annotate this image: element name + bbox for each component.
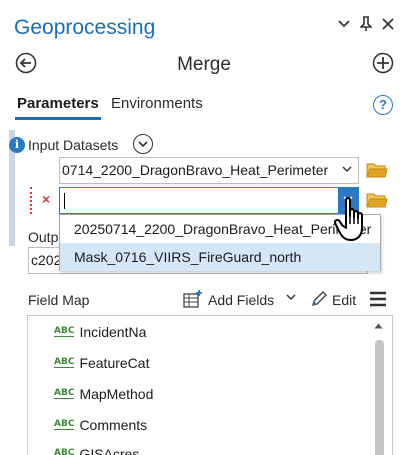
pencil-icon[interactable] (310, 290, 328, 308)
list-item[interactable]: ABC Comments (54, 413, 147, 437)
expand-chevron-icon[interactable] (133, 134, 153, 154)
input-datasets-label: Input Datasets (28, 137, 119, 153)
remove-row-icon[interactable]: × (42, 191, 50, 207)
list-item[interactable]: ABC FeatureCat (54, 351, 149, 375)
active-tab-indicator (15, 117, 101, 120)
input-dataset-value: 0714_2200_DragonBravo_Heat_Perimeter (62, 162, 329, 178)
field-name: Comments (79, 417, 148, 433)
panel-title: Geoprocessing (14, 16, 156, 39)
scroll-up-icon[interactable] (374, 321, 383, 331)
field-map-list[interactable]: ABC IncidentNa ABC FeatureCat ABC MapMet… (27, 315, 393, 455)
tab-parameters[interactable]: Parameters (17, 95, 99, 112)
input-dataset-combo-2[interactable] (59, 187, 359, 214)
list-item[interactable]: ABC MapMethod (54, 382, 153, 406)
list-item[interactable]: ABC IncidentNa (54, 320, 146, 344)
field-name: GISAcres (79, 446, 140, 455)
help-icon[interactable]: ? (373, 95, 393, 115)
dropdown-option-highlighted[interactable]: Mask_0716_VIIRS_FireGuard_north (60, 243, 380, 271)
chevron-down-icon[interactable] (286, 293, 296, 304)
pin-icon[interactable] (356, 14, 376, 34)
text-caret (64, 193, 65, 209)
chevron-down-icon[interactable] (334, 14, 354, 34)
field-map-label: Field Map (28, 292, 90, 308)
text-field-type-icon: ABC (54, 357, 75, 368)
close-icon[interactable] (378, 14, 398, 34)
browse-folder-icon[interactable] (366, 161, 388, 179)
list-item[interactable]: ABC GISAcres (54, 442, 139, 455)
field-name: IncidentNa (79, 324, 147, 340)
text-field-type-icon: ABC (54, 449, 74, 455)
field-name: FeatureCat (79, 355, 150, 371)
text-field-type-icon: ABC (54, 419, 75, 430)
menu-icon[interactable] (368, 290, 388, 308)
scrollbar-thumb[interactable] (375, 340, 384, 455)
add-fields-button[interactable]: Add Fields (208, 292, 274, 308)
field-name: MapMethod (79, 386, 154, 402)
add-fields-icon[interactable] (183, 289, 203, 309)
text-field-type-icon: ABC (54, 326, 75, 337)
tab-environments[interactable]: Environments (111, 95, 203, 112)
tool-title: Merge (177, 54, 231, 75)
add-icon[interactable] (372, 52, 394, 74)
chevron-down-icon[interactable] (342, 158, 352, 183)
text-field-type-icon: ABC (54, 388, 75, 399)
edit-button[interactable]: Edit (332, 292, 356, 308)
input-dataset-combo-1[interactable]: 0714_2200_DragonBravo_Heat_Perimeter (59, 157, 359, 184)
hand-cursor-icon (332, 196, 372, 244)
output-dataset-label: Outp (28, 229, 59, 245)
info-icon[interactable]: i (9, 137, 25, 153)
error-marker (30, 187, 32, 214)
